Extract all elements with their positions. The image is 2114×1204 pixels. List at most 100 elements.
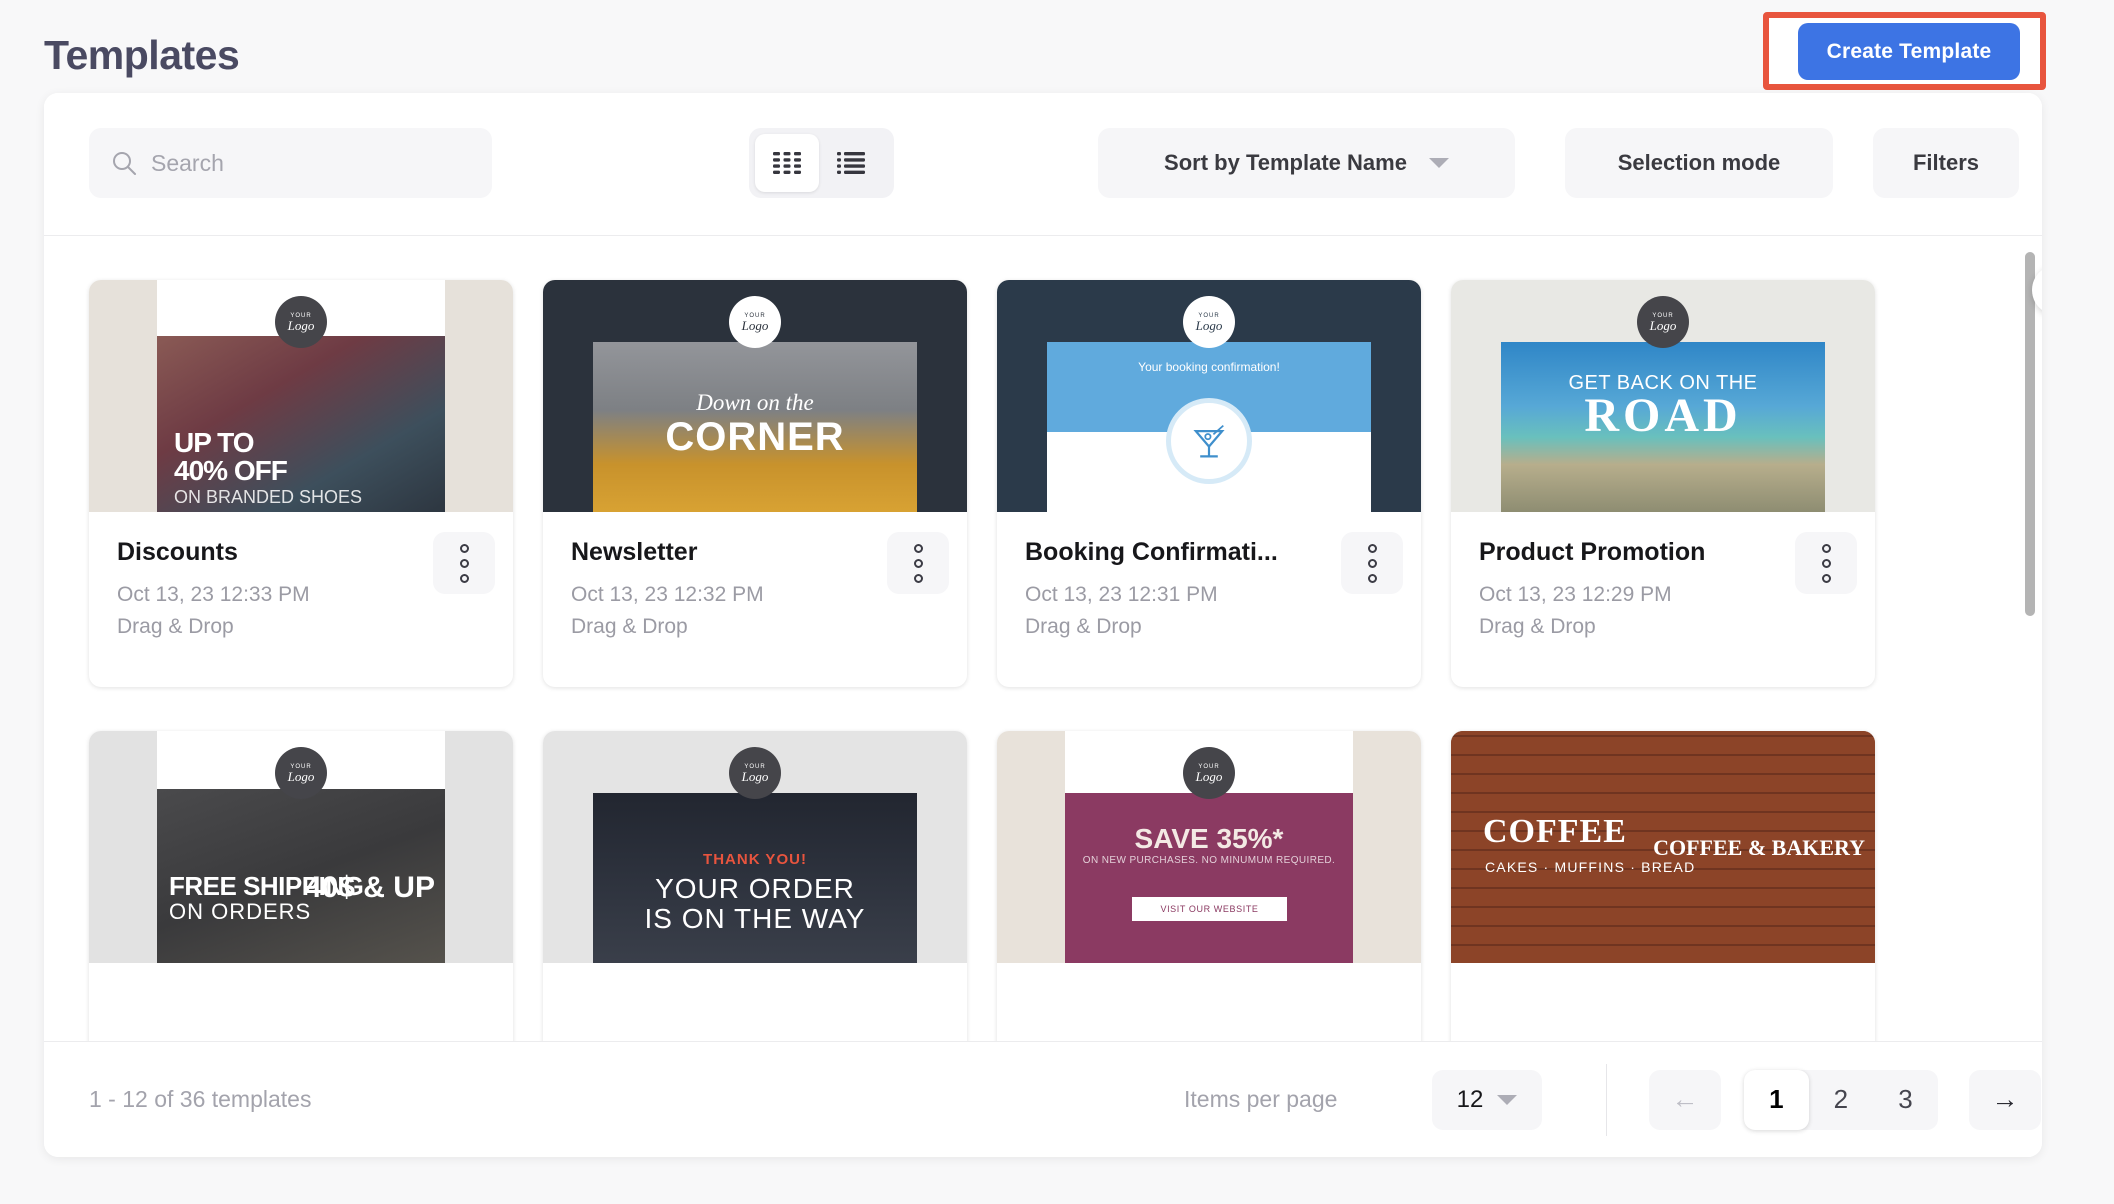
template-card[interactable]: FREE SHIPPING ON ORDERS 40$ & UP YOUR Lo…	[89, 731, 513, 1041]
filters-button[interactable]: Filters	[1873, 128, 2019, 198]
items-per-page-label: Items per page	[1184, 1086, 1338, 1112]
card-date: Oct 13, 23 12:31 PM	[1025, 583, 1218, 606]
create-template-button[interactable]: Create Template	[1798, 23, 2020, 80]
list-view-icon[interactable]	[819, 134, 883, 192]
kebab-dot	[1821, 558, 1831, 568]
chevron-down-icon	[1428, 158, 1449, 168]
template-thumbnail: FREE SHIPPING ON ORDERS 40$ & UP YOUR Lo…	[89, 731, 513, 963]
card-type: Drag & Drop	[571, 615, 688, 638]
kebab-dot	[459, 543, 469, 553]
card-date: Oct 13, 23 12:29 PM	[1479, 583, 1672, 606]
thumb-overlay-line3: COFFEE & BAKERY	[1653, 835, 1865, 860]
kebab-dot	[1367, 573, 1377, 583]
card-date: Oct 13, 23 12:32 PM	[571, 583, 764, 606]
kebab-dot	[459, 573, 469, 583]
logo-badge: YOUR Logo	[1183, 296, 1235, 348]
selection-mode-button[interactable]: Selection mode	[1565, 128, 1833, 198]
page-number-1[interactable]: 1	[1744, 1069, 1809, 1130]
card-date: Oct 13, 23 12:33 PM	[117, 583, 310, 606]
template-card[interactable]: Your booking confirmation! YOUR Logo Boo…	[997, 280, 1421, 687]
logo-badge-main: Logo	[1195, 317, 1223, 333]
template-thumbnail: Down on the CORNER YOUR Logo	[543, 280, 967, 512]
page-number-3[interactable]: 3	[1873, 1070, 1938, 1130]
template-thumbnail: COFFEE CAKES · MUFFINS · BREAD COFFEE & …	[1451, 731, 1875, 963]
prev-page-button[interactable]: ←	[1649, 1069, 1721, 1130]
kebab-dot	[1821, 543, 1831, 553]
page-number-2[interactable]: 2	[1809, 1070, 1874, 1130]
thumb-overlay-line1: THANK YOU!	[703, 851, 807, 868]
card-title: Product Promotion	[1479, 538, 1706, 566]
thumb-overlay-line1: Down on the	[696, 390, 814, 415]
template-thumbnail: UP TO 40% OFF ON BRANDED SHOES YOUR Logo	[89, 280, 513, 512]
view-toggle-group	[749, 128, 894, 198]
logo-badge-main: Logo	[287, 317, 315, 333]
card-menu-button[interactable]	[1795, 532, 1857, 594]
grid-view-icon[interactable]	[755, 134, 819, 192]
thumb-overlay-line2: ON NEW PURCHASES. NO MINUMUM REQUIRED.	[1082, 855, 1336, 866]
chevron-down-icon	[1497, 1094, 1518, 1105]
kebab-dot	[913, 558, 923, 568]
template-card[interactable]: COFFEE CAKES · MUFFINS · BREAD COFFEE & …	[1451, 731, 1875, 1041]
card-body: Discounts Oct 13, 23 12:33 PM Drag & Dro…	[89, 512, 513, 639]
template-card[interactable]: Down on the CORNER YOUR Logo Newsletter …	[543, 280, 967, 687]
card-menu-button[interactable]	[1341, 532, 1403, 594]
card-type: Drag & Drop	[1025, 615, 1142, 638]
thumb-overlay-line2: ROAD	[1584, 389, 1742, 442]
logo-badge: YOUR Logo	[1637, 296, 1689, 348]
template-card[interactable]: SAVE 35%* ON NEW PURCHASES. NO MINUMUM R…	[997, 731, 1421, 1041]
thumb-overlay-line3: 40$ & UP	[304, 871, 435, 904]
items-per-page-select[interactable]: 12	[1432, 1069, 1542, 1130]
search-box[interactable]	[89, 128, 492, 198]
toolbar: Sort by Template Name Selection mode Fil…	[44, 93, 2042, 236]
card-body	[997, 963, 1421, 989]
thumb-overlay-line1: SAVE 35%*	[1134, 823, 1284, 854]
thumb-overlay-line1: Your booking confirmation!	[1138, 360, 1280, 374]
template-thumbnail: GET BACK ON THE ROAD YOUR Logo	[1451, 280, 1875, 512]
card-body: Newsletter Oct 13, 23 12:32 PM Drag & Dr…	[543, 512, 967, 639]
card-title: Discounts	[117, 538, 238, 566]
sort-dropdown[interactable]: Sort by Template Name	[1098, 128, 1515, 198]
template-card[interactable]: THANK YOU! YOUR ORDER IS ON THE WAY YOUR…	[543, 731, 967, 1041]
page-title: Templates	[44, 32, 240, 78]
search-input[interactable]	[151, 149, 470, 177]
template-card-grid: UP TO 40% OFF ON BRANDED SHOES YOUR Logo…	[89, 280, 2042, 1041]
kebab-dot	[913, 573, 923, 583]
cocktail-icon	[1166, 398, 1252, 484]
card-body: Product Promotion Oct 13, 23 12:29 PM Dr…	[1451, 512, 1875, 639]
card-menu-button[interactable]	[433, 532, 495, 594]
kebab-dot	[1367, 543, 1377, 553]
logo-badge-main: Logo	[287, 768, 315, 784]
logo-badge-main: Logo	[1649, 317, 1677, 333]
pagination-footer: 1 - 12 of 36 templates Items per page 12…	[44, 1041, 2042, 1157]
card-body	[89, 963, 513, 989]
search-icon	[111, 150, 137, 176]
items-per-page-value: 12	[1456, 1085, 1484, 1113]
template-grid-area: UP TO 40% OFF ON BRANDED SHOES YOUR Logo…	[44, 236, 2042, 1041]
logo-badge: YOUR Logo	[275, 747, 327, 799]
card-body	[543, 963, 967, 989]
template-card[interactable]: UP TO 40% OFF ON BRANDED SHOES YOUR Logo…	[89, 280, 513, 687]
logo-badge-main: Logo	[741, 317, 769, 333]
kebab-dot	[1821, 573, 1831, 583]
thumb-overlay-line3: VISIT OUR WEBSITE	[1132, 897, 1287, 921]
card-type: Drag & Drop	[117, 615, 234, 638]
kebab-dot	[459, 558, 469, 568]
logo-badge: YOUR Logo	[729, 296, 781, 348]
card-body	[1451, 963, 1875, 989]
footer-divider	[1606, 1063, 1607, 1136]
thumb-overlay-line3: IS ON THE WAY	[644, 903, 866, 934]
next-page-button[interactable]: →	[1969, 1069, 2041, 1130]
content-scrollbar[interactable]	[2025, 252, 2035, 616]
logo-badge: YOUR Logo	[1183, 747, 1235, 799]
card-menu-button[interactable]	[887, 532, 949, 594]
templates-page: Templates Create Template Search Sort by…	[0, 0, 2114, 1204]
template-card[interactable]: GET BACK ON THE ROAD YOUR Logo Product P…	[1451, 280, 1875, 687]
template-thumbnail: SAVE 35%* ON NEW PURCHASES. NO MINUMUM R…	[997, 731, 1421, 963]
thumb-overlay-line2: 40% OFF	[174, 455, 288, 486]
logo-badge-main: Logo	[1195, 768, 1223, 784]
logo-badge-main: Logo	[741, 768, 769, 784]
template-thumbnail: Your booking confirmation! YOUR Logo	[997, 280, 1421, 512]
thumb-overlay-line2: CAKES · MUFFINS · BREAD	[1485, 859, 1696, 875]
kebab-dot	[1367, 558, 1377, 568]
thumb-overlay-line1: COFFEE	[1483, 813, 1627, 850]
